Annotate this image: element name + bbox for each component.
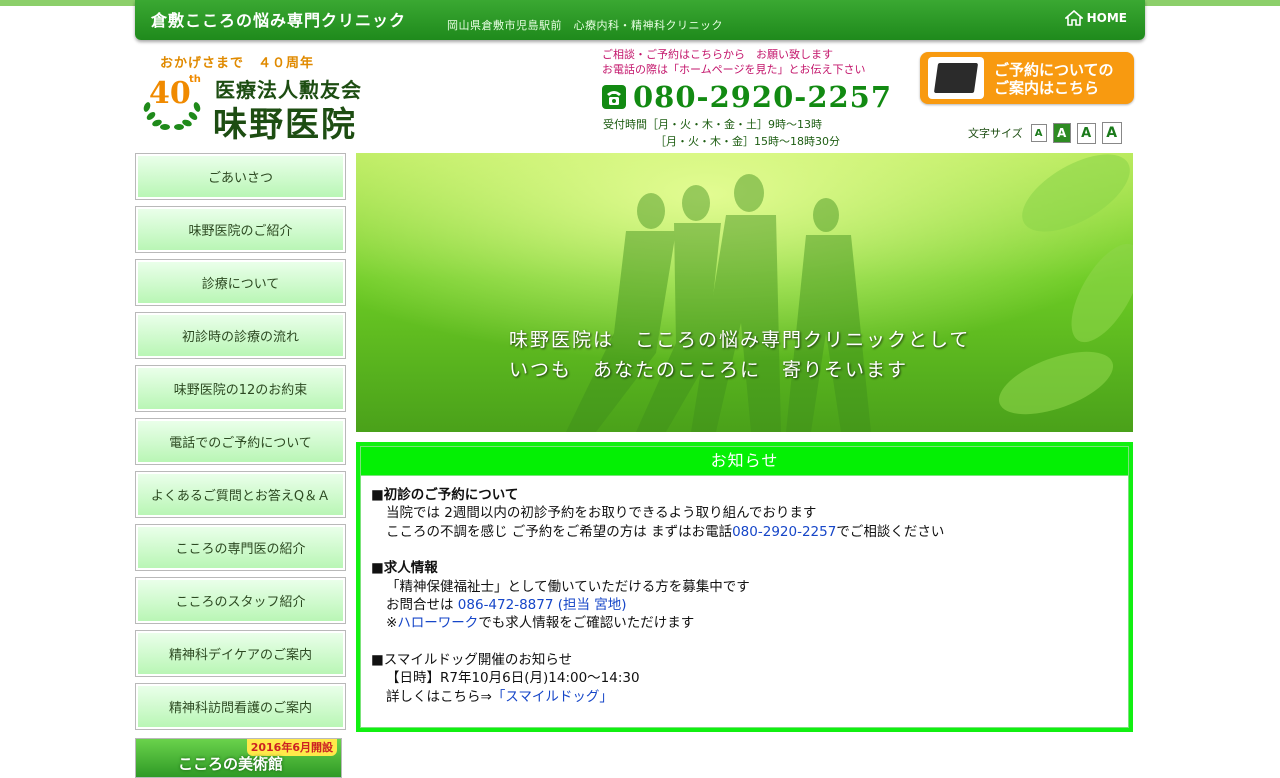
hello-work-link[interactable]: ハローワーク xyxy=(397,615,478,631)
reception-hours: 受付時間［月・火・木・金・土］9時〜13時 ［月・火・木・金］15時〜18時30… xyxy=(603,116,840,150)
consult-note: ご相談・ご予約はこちらから お願い致します お電話の際は「ホームページを見た」と… xyxy=(602,47,865,77)
sidebar-item-staff[interactable]: こころのスタッフ紹介 xyxy=(135,577,346,624)
home-label: HOME xyxy=(1086,11,1127,25)
museum-name: こころの美術館 xyxy=(178,755,284,773)
sidebar-item-greeting[interactable]: ごあいさつ xyxy=(135,153,346,200)
sidebar-item-faq[interactable]: よくあるご質問とお答えQ＆Ａ xyxy=(135,471,346,518)
reserve-line1: ご予約についての xyxy=(994,61,1114,79)
consult-note-line1: ご相談・ご予約はこちらから お願い致します xyxy=(602,48,833,61)
sidebar-item-specialists[interactable]: こころの専門医の紹介 xyxy=(135,524,346,571)
sidebar-item-phone-reservation[interactable]: 電話でのご予約について xyxy=(135,418,346,465)
hours-line1: 受付時間［月・火・木・金・土］9時〜13時 xyxy=(603,118,822,131)
news-text: 詳しくはこちら⇒「スマイルドッグ」 xyxy=(386,688,613,705)
hero-caption-line1: 味野医院は こころの悩み専門クリニックとして xyxy=(509,329,971,351)
sidebar-nav: ごあいさつ 味野医院のご紹介 診療について 初診時の診療の流れ 味野医院の12の… xyxy=(135,153,346,778)
recruit-phone-link[interactable]: 086-472-8877 (担当 宮地) xyxy=(458,597,627,613)
news-section-recruitment: ■求人情報 「精神保健福祉士」として働いていただける方を募集中です お問合せは … xyxy=(371,559,1118,633)
reservation-guide-banner[interactable]: ご予約についての ご案内はこちら xyxy=(920,52,1134,104)
news-section-title: ■求人情報 xyxy=(371,560,438,577)
font-size-xlarge-button[interactable]: A xyxy=(1101,122,1122,144)
sidebar-item-about-clinic[interactable]: 味野医院のご紹介 xyxy=(135,206,346,253)
anniversary-text: おかげさまで ４０周年 xyxy=(160,56,315,71)
news-text: 「精神保健福祉士」として働いていただける方を募集中です xyxy=(386,578,750,595)
sidebar-item-treatment[interactable]: 診療について xyxy=(135,259,346,306)
laurel-icon xyxy=(143,102,201,130)
house-icon xyxy=(1064,10,1083,26)
site-name: 倉敷こころの悩み専門クリニック xyxy=(151,11,407,30)
sidebar-item-home-nursing[interactable]: 精神科訪問看護のご案内 xyxy=(135,683,346,730)
news-section-first-visit: ■初診のご予約について 当院では 2週間以内の初診予約をお取りできるよう取り組ん… xyxy=(371,486,1118,541)
sidebar-item-first-visit-flow[interactable]: 初診時の診療の流れ xyxy=(135,312,346,359)
phone-link[interactable]: 080-2920-2257 xyxy=(732,524,836,540)
font-size-large-button[interactable]: A xyxy=(1076,122,1096,144)
news-section-smile-dog: ■スマイルドッグ開催のお知らせ 【日時】R7年10月6日(月)14:00〜14:… xyxy=(371,651,1118,706)
font-size-small-button[interactable]: A xyxy=(1030,124,1047,142)
phone-block[interactable]: 080-2920-2257 xyxy=(601,80,892,114)
tablet-icon xyxy=(928,57,984,99)
header-bar: 倉敷こころの悩み専門クリニック 岡山県倉敷市児島駅前 心療内科・精神科クリニック… xyxy=(135,0,1145,40)
font-size-switcher: 文字サイズ A A A A xyxy=(968,122,1122,144)
hours-line2: ［月・火・木・金］15時〜18時30分 xyxy=(655,135,840,148)
news-section-title: ■スマイルドッグ開催のお知らせ xyxy=(371,651,573,668)
hero-background xyxy=(356,153,1133,432)
news-text: お問合せは 086-472-8877 (担当 宮地) xyxy=(386,597,627,614)
phone-icon xyxy=(602,85,626,109)
hero-banner: 味野医院は こころの悩み専門クリニックとして いつも あなたのこころに 寄りそい… xyxy=(356,153,1133,432)
news-section-title: ■初診のご予約について xyxy=(371,487,519,503)
hero-caption-line2: いつも あなたのこころに 寄りそいます xyxy=(509,359,909,381)
museum-banner[interactable]: 2016年6月開設 こころの美術館 xyxy=(135,738,342,778)
smile-dog-link[interactable]: 「スマイルドッグ」 xyxy=(492,689,613,705)
news-text: 当院では 2週間以内の初診予約をお取りできるよう取り組んでおります xyxy=(386,505,817,522)
news-text: ※ハローワークでも求人情報をご確認いただけます xyxy=(386,615,695,632)
news-title: お知らせ xyxy=(361,447,1128,476)
sidebar-item-daycare[interactable]: 精神科デイケアのご案内 xyxy=(135,630,346,677)
sidebar-item-12-promises[interactable]: 味野医院の12のお約束 xyxy=(135,365,346,412)
header-subline: 岡山県倉敷市児島駅前 心療内科・精神科クリニック xyxy=(447,19,723,32)
home-button[interactable]: HOME xyxy=(1064,10,1127,26)
news-body: ■初診のご予約について 当院では 2週間以内の初診予約をお取りできるよう取り組ん… xyxy=(361,476,1128,706)
news-panel: お知らせ ■初診のご予約について 当院では 2週間以内の初診予約をお取りできるよ… xyxy=(356,442,1133,732)
clinic-name-logo[interactable]: 味野医院 xyxy=(213,97,357,146)
hero-caption: 味野医院は こころの悩み専門クリニックとして いつも あなたのこころに 寄りそい… xyxy=(509,325,970,385)
news-text: 【日時】R7年10月6日(月)14:00〜14:30 xyxy=(386,670,640,687)
reserve-line2: ご案内はこちら xyxy=(994,79,1100,97)
font-size-label: 文字サイズ xyxy=(968,127,1023,140)
font-size-medium-button[interactable]: A xyxy=(1052,123,1071,143)
news-text: こころの不調を感じ ご予約をご希望の方は まずはお電話080-2920-2257… xyxy=(386,523,945,540)
phone-number[interactable]: 080-2920-2257 xyxy=(633,80,892,114)
consult-note-line2: お電話の際は「ホームページを見た」とお伝え下さい xyxy=(602,63,866,76)
anniversary-logo[interactable]: 40 th xyxy=(143,74,205,132)
